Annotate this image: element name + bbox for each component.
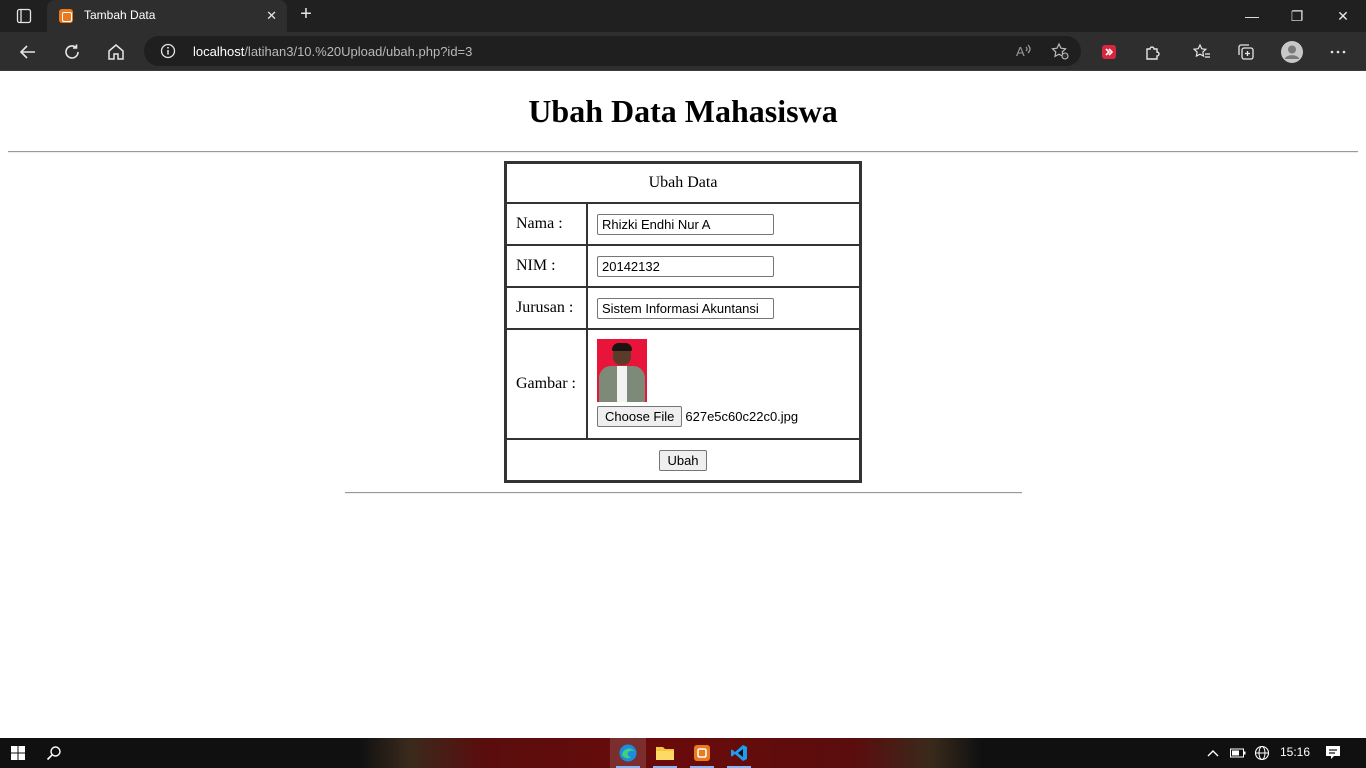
back-arrow-icon [19, 45, 35, 59]
tab-actions-button[interactable] [8, 4, 40, 28]
start-button[interactable] [0, 738, 36, 768]
home-icon [108, 44, 124, 60]
search-button[interactable] [36, 738, 72, 768]
tab-title: Tambah Data [84, 8, 156, 22]
nim-label: NIM : [506, 245, 587, 287]
windows-logo-icon [11, 746, 25, 760]
tray-overflow-button[interactable] [1200, 738, 1226, 768]
search-icon [46, 746, 61, 761]
chevron-up-icon [1207, 750, 1219, 757]
favorites-button[interactable] [1190, 40, 1214, 64]
nama-cell [587, 203, 860, 245]
battery-indicator[interactable] [1226, 738, 1250, 768]
edge-icon [619, 744, 637, 762]
network-indicator[interactable] [1250, 738, 1274, 768]
student-photo [597, 339, 647, 402]
gambar-label: Gambar : [506, 329, 587, 439]
back-button[interactable] [16, 40, 40, 64]
xampp-favicon-icon [59, 9, 73, 23]
page-title: Ubah Data Mahasiswa [528, 93, 838, 129]
file-input-row: Choose File 627e5c60c22c0.jpg [597, 406, 850, 427]
windows-taskbar: 15:16 [0, 738, 1366, 768]
vscode-icon [731, 745, 747, 761]
battery-icon [1230, 748, 1246, 758]
jurusan-label: Jurusan : [506, 287, 587, 329]
refresh-button[interactable] [60, 40, 84, 64]
url-text: localhost/latihan3/10.%20Upload/ubah.php… [193, 44, 472, 59]
nim-input[interactable] [597, 255, 774, 277]
new-tab-button[interactable]: + [296, 4, 316, 25]
ubah-submit-button[interactable]: Ubah [659, 449, 707, 471]
extensions-button[interactable] [1141, 40, 1165, 64]
edit-form-table: Ubah Data Nama : NIM : Jurusan : Gambar … [504, 161, 862, 483]
taskbar-clock[interactable]: 15:16 [1280, 745, 1310, 759]
read-aloud-icon[interactable]: A [1012, 39, 1036, 63]
form-header: Ubah Data [506, 163, 860, 203]
url-path: /latihan3/10.%20Upload/ubah.php?id=3 [244, 44, 473, 59]
puzzle-icon [1146, 46, 1160, 60]
photo-shirt [617, 366, 627, 402]
browser-tab[interactable]: Tambah Data ✕ [47, 0, 287, 32]
jurusan-cell [587, 287, 860, 329]
notifications-button[interactable] [1318, 738, 1348, 768]
taskbar-edge[interactable] [610, 738, 646, 768]
xampp-icon [694, 745, 710, 761]
nim-cell [587, 245, 860, 287]
collections-icon [1238, 44, 1254, 60]
submit-cell: Ubah [506, 439, 860, 481]
jurusan-input[interactable] [597, 297, 774, 319]
notification-icon [1326, 746, 1340, 759]
svg-text:A: A [1016, 44, 1025, 59]
url-host: localhost [193, 44, 245, 59]
globe-icon [1254, 745, 1270, 761]
minimize-button[interactable]: — [1242, 6, 1262, 26]
file-name-text: 627e5c60c22c0.jpg [685, 409, 799, 424]
address-bar[interactable]: localhost/latihan3/10.%20Upload/ubah.php… [144, 36, 1081, 66]
tab-close-button[interactable]: ✕ [266, 8, 277, 24]
home-button[interactable] [104, 40, 128, 64]
add-favorite-icon[interactable] [1048, 39, 1072, 63]
horizontal-rule-bottom [345, 492, 1022, 494]
more-dots-icon [1330, 50, 1346, 54]
restore-button[interactable]: ❐ [1287, 6, 1307, 26]
taskbar-xampp[interactable] [684, 738, 720, 768]
file-explorer-icon [656, 747, 674, 760]
nama-label: Nama : [506, 203, 587, 245]
browser-tab-bar: Tambah Data ✕ + — ❐ ✕ [0, 0, 1366, 32]
page-content: Ubah Data Mahasiswa Ubah Data Nama : NIM… [0, 71, 1366, 738]
settings-menu-button[interactable] [1326, 40, 1350, 64]
profile-button[interactable] [1280, 40, 1304, 64]
choose-file-button[interactable]: Choose File [597, 406, 683, 427]
nama-input[interactable] [597, 213, 774, 235]
refresh-icon [65, 44, 79, 59]
photo-hair [612, 343, 632, 351]
extension-red-button[interactable] [1097, 40, 1121, 64]
taskbar-vscode[interactable] [721, 738, 757, 768]
avatar-icon [1281, 41, 1303, 63]
collections-button[interactable] [1234, 40, 1258, 64]
gambar-cell: Choose File 627e5c60c22c0.jpg [587, 329, 860, 439]
close-window-button[interactable]: ✕ [1333, 6, 1353, 26]
extension-red-icon [1102, 45, 1116, 59]
horizontal-rule-top [8, 151, 1358, 153]
taskbar-file-explorer[interactable] [647, 738, 683, 768]
favorites-icon [1193, 43, 1210, 58]
tab-actions-icon [16, 8, 32, 24]
browser-toolbar: localhost/latihan3/10.%20Upload/ubah.php… [0, 32, 1366, 71]
site-info-icon[interactable] [160, 43, 176, 64]
